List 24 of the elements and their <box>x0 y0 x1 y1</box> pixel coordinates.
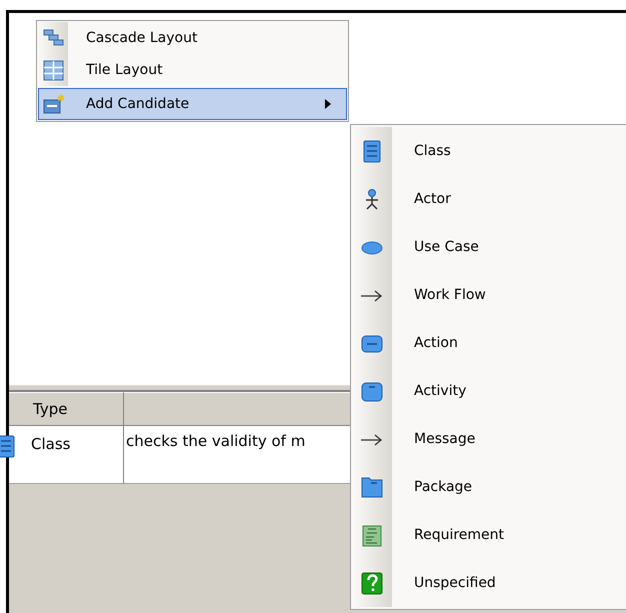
class-list-icon <box>361 140 383 162</box>
menu-item[interactable]: Class <box>352 127 626 175</box>
menu-item[interactable]: Message <box>352 415 626 463</box>
rounded-box-icon <box>361 380 383 402</box>
menu-item[interactable]: Action <box>352 319 626 367</box>
menu-item[interactable]: Actor <box>352 175 626 223</box>
menu-item[interactable]: Cascade Layout <box>38 22 347 54</box>
menu-item[interactable]: Use Case <box>352 223 626 271</box>
menu-item[interactable]: Work Flow <box>352 271 626 319</box>
menu-item[interactable]: Unspecified <box>352 559 626 607</box>
folder-icon <box>361 476 383 498</box>
class-list-icon <box>0 435 17 458</box>
tile-grid-icon <box>42 58 64 82</box>
menu-item[interactable]: Add Candidate <box>38 88 347 120</box>
question-mark-icon <box>361 572 383 594</box>
menu-item[interactable]: Requirement <box>352 511 626 559</box>
table-cell: Class <box>31 435 70 453</box>
add-box-icon <box>42 92 64 116</box>
menu-item[interactable]: Package <box>352 463 626 511</box>
document-icon <box>361 524 383 546</box>
pane-splitter[interactable] <box>9 385 350 392</box>
column-header[interactable]: Type <box>9 392 124 426</box>
menu-item[interactable]: Activity <box>352 367 626 415</box>
menu-item[interactable]: Tile Layout <box>38 54 347 86</box>
